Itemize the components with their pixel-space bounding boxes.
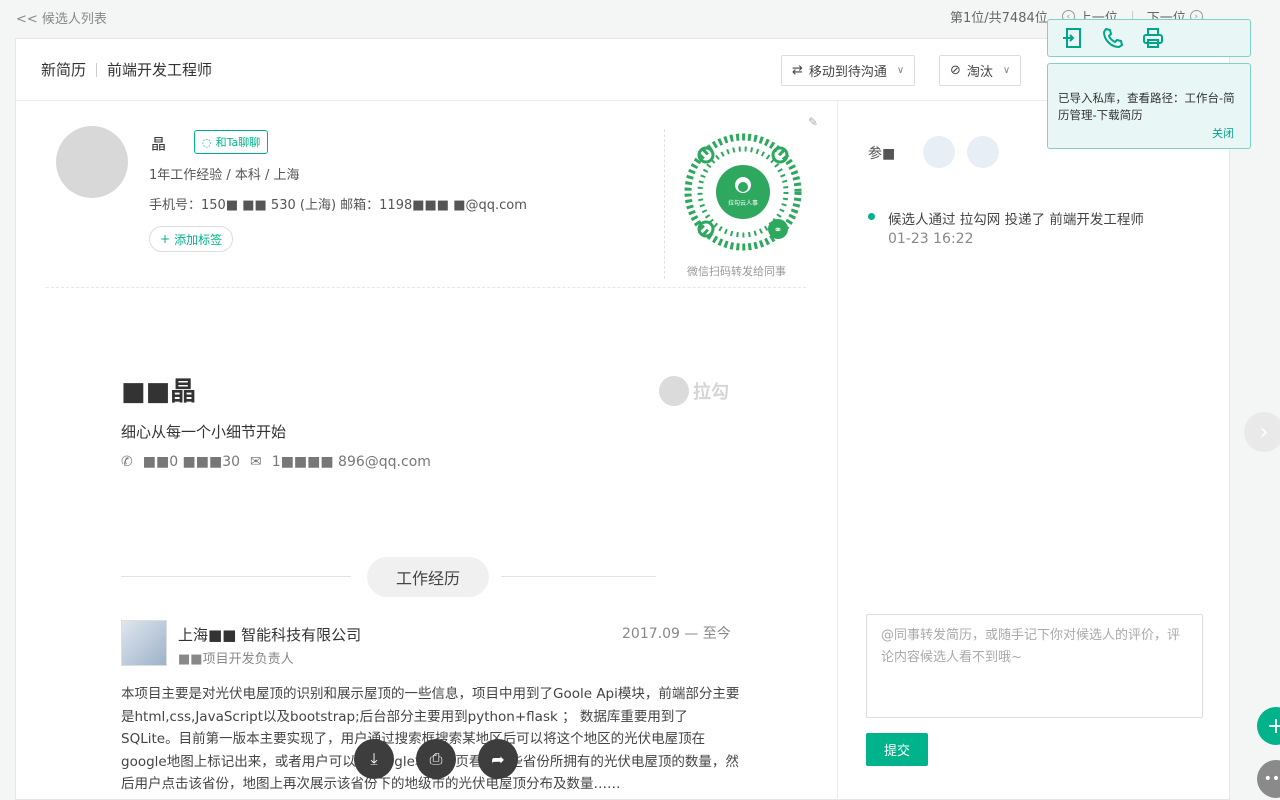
lagou-logo: 拉勾 — [659, 376, 729, 406]
section-title: 工作经历 — [367, 557, 489, 597]
avatar — [967, 136, 999, 168]
resume-motto: 细心从每一个小细节开始 — [121, 423, 287, 441]
chat-label: 和Ta聊聊 — [215, 136, 261, 149]
add-tag-button[interactable]: + 添加标签 — [149, 226, 234, 252]
comment-input[interactable]: @同事转发简历，或随手记下你对候选人的评价，评论内容候选人看不到哦~ — [866, 614, 1203, 718]
candidate-meta: 1年工作经验 / 本科 / 上海 — [149, 168, 300, 183]
import-tools-popup — [1047, 19, 1251, 57]
job-date: 2017.09 — 至今 — [622, 626, 731, 642]
divider — [121, 576, 351, 577]
chevron-right-icon[interactable]: › — [1244, 412, 1280, 452]
resume-email: 1■■■■ 896@qq.com — [271, 454, 431, 470]
timeline-time: 01-23 16:22 — [888, 231, 974, 247]
chat-bubble-icon: ◌ — [202, 135, 212, 149]
plus-icon: + — [160, 232, 171, 246]
divider — [96, 62, 98, 77]
lagou-logo-mark — [659, 376, 689, 406]
add-tag-label: 添加标签 — [174, 232, 223, 247]
resume-column: 晶 ◌ 和Ta聊聊 1年工作经验 / 本科 / 上海 手机号：150■ ■■ 5… — [16, 101, 838, 800]
activity-column: 参■ 候选人通过 拉勾网 投递了 前端开发工程师 01-23 16:22 @同事… — [838, 101, 1230, 800]
divider — [664, 129, 665, 279]
resume-name: ■■晶 — [121, 377, 197, 407]
chat-button[interactable]: ◌ 和Ta聊聊 — [194, 130, 269, 154]
download-icon[interactable]: ⤓ — [354, 739, 394, 779]
divider — [501, 576, 656, 577]
swap-icon: ⇄ — [792, 63, 803, 78]
resume-status: 新简历 — [41, 61, 87, 79]
notice-text: 已导入私库，查看路径：工作台-简历管理-下载简历 — [1058, 91, 1235, 122]
avatar — [56, 126, 128, 198]
wechat-qr-code: 拉勾云人事 ⚭ — [684, 133, 802, 251]
qr-caption: 微信扫码转发给同事 — [687, 265, 786, 278]
import-notice: 已导入私库，查看路径：工作台-简历管理-下载简历 关闭 — [1047, 63, 1251, 149]
mail-icon: ✉ — [250, 454, 262, 470]
participants-label: 参■ — [868, 146, 896, 162]
company-logo — [121, 620, 167, 666]
job-role: ■■项目开发负责人 — [178, 652, 294, 667]
print-icon[interactable]: ⎙ — [416, 739, 456, 779]
participant-avatars — [923, 136, 999, 168]
add-icon[interactable]: + — [1257, 707, 1280, 745]
avatar — [923, 136, 955, 168]
floating-toolbar: ⤓ ⎙ ➦ — [354, 739, 518, 779]
import-icon[interactable] — [1060, 25, 1086, 51]
share-icon[interactable]: ➦ — [478, 739, 518, 779]
link-icon: ⚭ — [774, 225, 782, 236]
ban-icon: ⊘ — [950, 63, 961, 78]
job-title: 前端开发工程师 — [107, 61, 213, 79]
chevron-down-icon: ∨ — [1002, 65, 1011, 76]
submit-button[interactable]: 提交 — [866, 733, 928, 766]
back-to-candidate-list-link[interactable]: << 候选人列表 — [16, 8, 107, 27]
reject-label: 淘汰 — [966, 65, 993, 80]
phone-icon[interactable] — [1100, 25, 1126, 51]
timeline-text: 候选人通过 拉勾网 投递了 前端开发工程师 — [888, 212, 1144, 228]
timeline-dot — [868, 213, 875, 220]
resume-contact: ✆ ■■0 ■■■30 ✉ 1■■■■ 896@qq.com — [121, 454, 431, 470]
qr-center-label: 拉勾云人事 — [728, 199, 758, 207]
phone-icon: ✆ — [121, 454, 133, 470]
move-to-contact-dropdown[interactable]: ⇄ 移动到待沟通 ∨ — [781, 55, 916, 86]
edit-icon[interactable]: ✎ — [808, 115, 822, 129]
chevron-down-icon: ∨ — [896, 65, 905, 76]
breadcrumb: 新简历 前端开发工程师 — [41, 59, 212, 80]
move-label: 移动到待沟通 — [808, 65, 887, 80]
candidate-name: 晶 — [151, 135, 167, 153]
chat-icon[interactable]: ••• — [1257, 760, 1280, 798]
position-indicator: 第1位/共7484位 — [950, 11, 1048, 26]
divider — [46, 287, 806, 288]
close-button[interactable]: 关闭 — [1212, 125, 1234, 142]
resume-phone: ■■0 ■■■30 — [142, 454, 241, 470]
lagou-logo-text: 拉勾 — [693, 382, 729, 403]
company-name: 上海■■ 智能科技有限公司 — [178, 626, 362, 644]
candidate-contact: 手机号：150■ ■■ 530 (上海) 邮箱：1198■■■ ■@qq.com — [149, 198, 527, 213]
resume-card: 新简历 前端开发工程师 ⇄ 移动到待沟通 ∨ ⊘ 淘汰 ∨ 晶 ◌ 和Ta聊聊 … — [15, 38, 1230, 800]
reject-dropdown[interactable]: ⊘ 淘汰 ∨ — [939, 55, 1022, 86]
print-icon[interactable] — [1140, 25, 1166, 51]
